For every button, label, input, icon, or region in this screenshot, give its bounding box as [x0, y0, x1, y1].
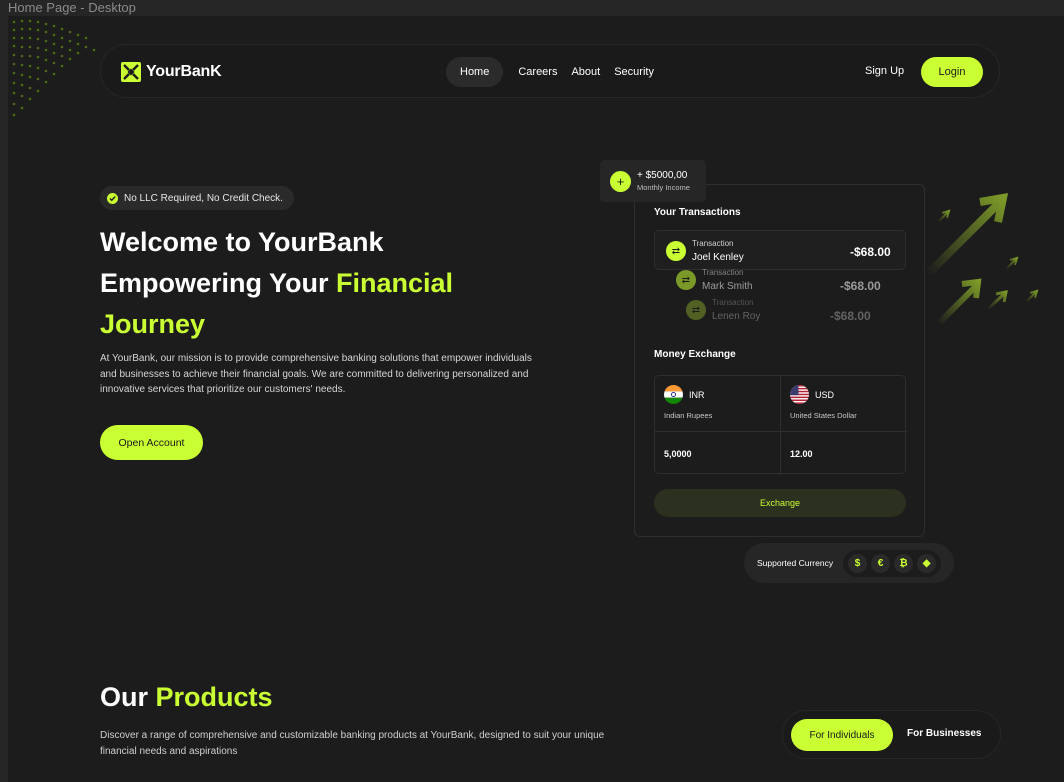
login-button[interactable]: Login	[921, 57, 983, 87]
nav-about[interactable]: About	[564, 57, 607, 87]
transaction-name: Lenen Roy	[712, 311, 761, 322]
exchange-heading: Money Exchange	[654, 349, 736, 360]
open-account-button[interactable]: Open Account	[100, 425, 203, 460]
income-label: Monthly Income	[637, 183, 690, 192]
usa-flag-icon	[790, 385, 809, 404]
from-currency-name: Indian Rupees	[664, 411, 713, 420]
growth-arrows-decoration	[925, 193, 1039, 327]
swap-icon: ⇄	[666, 241, 686, 261]
transaction-amount: -$68.00	[850, 245, 891, 259]
hero-badge: No LLC Required, No Credit Check.	[100, 186, 294, 210]
products-description: Discover a range of comprehensive and cu…	[100, 730, 605, 757]
products-title: Our Products	[100, 682, 273, 713]
from-currency-code[interactable]: INR	[689, 390, 705, 400]
supported-currency-bar: Supported Currency $ € ₿ ◆	[744, 543, 954, 583]
bitcoin-icon: ₿	[894, 553, 914, 573]
transaction-label: Transaction	[712, 298, 754, 307]
to-currency-name: United States Dollar	[790, 411, 857, 420]
hero-title-line2: Empowering Your Financial	[100, 263, 540, 304]
products-title-accent: Products	[155, 682, 273, 712]
transaction-amount: -$68.00	[840, 279, 881, 293]
nav-security[interactable]: Security	[607, 57, 661, 87]
page-frame: YourBanK Home Careers About Security Sig…	[8, 16, 1064, 782]
hero-title-line1: Welcome to YourBank	[100, 227, 384, 257]
brand-name: YourBanK	[146, 63, 222, 80]
top-navbar: YourBanK Home Careers About Security Sig…	[100, 44, 1000, 98]
exchange-panel: INR Indian Rupees 5,0000 USD United Stat…	[654, 375, 907, 475]
transaction-amount: -$68.00	[830, 309, 871, 323]
divider	[655, 431, 907, 432]
ethereum-icon: ◆	[917, 553, 937, 573]
income-amount: + $5000,00	[637, 170, 688, 181]
badge-text: No LLC Required, No Credit Check.	[124, 192, 283, 204]
to-currency-code[interactable]: USD	[815, 390, 834, 400]
products-title-prefix: Our	[100, 682, 156, 712]
hero-title-line2-accent: Financial	[336, 268, 454, 298]
check-icon	[107, 192, 118, 204]
sign-up-link[interactable]: Sign Up	[865, 65, 904, 77]
hero-title-line2-prefix: Empowering Your	[100, 268, 337, 298]
nav-careers[interactable]: Careers	[511, 57, 564, 87]
transaction-row[interactable]: ⇄ Transaction Joel Kenley -$68.00	[654, 230, 906, 270]
tab-for-individuals[interactable]: For Individuals	[791, 719, 893, 751]
hero-description: At YourBank, our mission is to provide c…	[100, 353, 532, 395]
dollar-icon: $	[848, 553, 868, 573]
audience-toggle: For Individuals For Businesses	[782, 710, 1001, 759]
nav-home[interactable]: Home	[446, 57, 504, 87]
divider	[780, 376, 781, 475]
transaction-name: Mark Smith	[702, 281, 753, 292]
currency-icons: $ € ₿ ◆	[843, 549, 942, 577]
euro-icon: €	[871, 553, 891, 573]
hero-title: Welcome to YourBank Empowering Your Fina…	[100, 222, 540, 345]
nav-links: Home Careers About Security	[446, 57, 661, 87]
transaction-label: Transaction	[702, 268, 744, 277]
from-amount-field[interactable]: 5,0000	[664, 449, 692, 459]
exchange-button[interactable]: Exchange	[654, 489, 906, 517]
to-amount-field[interactable]: 12.00	[790, 449, 813, 459]
frame-label: Home Page - Desktop	[8, 0, 136, 15]
dashboard-card: Your Transactions ⇄ Transaction Joel Ken…	[634, 184, 925, 537]
india-flag-icon	[664, 385, 683, 404]
hero-title-line3: Journey	[100, 309, 206, 339]
transactions-heading: Your Transactions	[654, 207, 741, 218]
transaction-label: Transaction	[692, 239, 734, 248]
plus-icon: +	[610, 170, 631, 192]
tab-for-businesses[interactable]: For Businesses	[907, 728, 981, 739]
supported-currency-label: Supported Currency	[757, 558, 834, 568]
logo-icon	[121, 62, 141, 82]
income-text: + $5000,00 Monthly Income	[637, 170, 690, 192]
transaction-name: Joel Kenley	[692, 252, 744, 263]
swap-icon: ⇄	[686, 300, 706, 320]
swap-icon: ⇄	[676, 270, 696, 290]
brand-logo[interactable]: YourBanK	[121, 62, 222, 82]
monthly-income-card: + + $5000,00 Monthly Income	[600, 160, 706, 202]
